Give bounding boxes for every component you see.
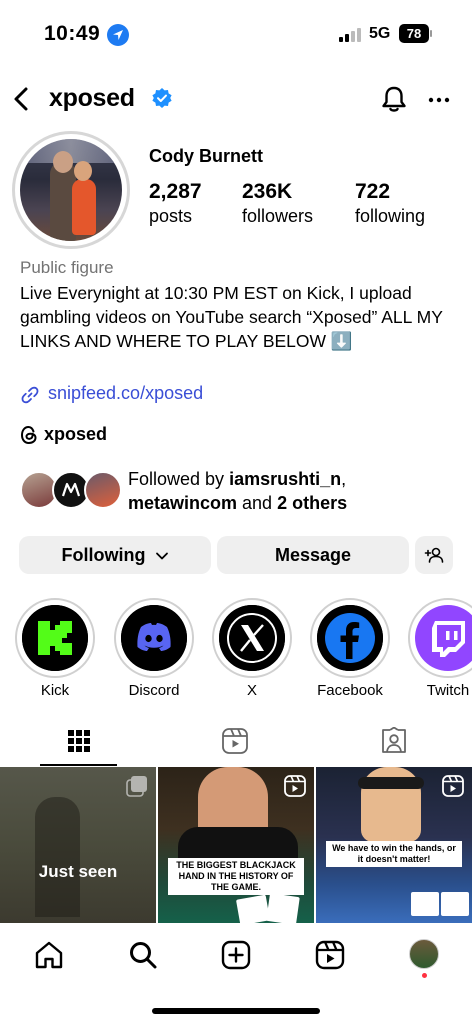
mutual-followers-avatars[interactable] <box>20 471 122 511</box>
post-thumbnail-figure <box>35 797 80 917</box>
highlight-label: Discord <box>128 682 180 699</box>
verified-badge-icon <box>152 88 172 108</box>
home-icon[interactable] <box>33 939 65 971</box>
posts-grid: Just seen THE BIGGEST BLACKJACK HAND IN … <box>0 767 472 923</box>
grid-post[interactable]: THE BIGGEST BLACKJACK HAND IN THE HISTOR… <box>158 767 314 923</box>
search-icon[interactable] <box>127 939 159 971</box>
clock: 10:49 <box>44 22 101 45</box>
profile-photo <box>20 139 122 241</box>
suggested-people-button[interactable] <box>415 536 453 574</box>
posts-count[interactable]: 2,287 posts <box>149 180 202 227</box>
highlight-kick[interactable]: Kick <box>13 598 97 699</box>
own-profile-avatar[interactable] <box>409 939 439 969</box>
following-button-label: Following <box>61 545 146 565</box>
following-count-label: following <box>355 206 426 226</box>
kick-logo-icon <box>22 605 88 671</box>
playing-card <box>235 894 271 923</box>
following-count-value: 722 <box>355 180 391 203</box>
profile-username: xposed <box>49 84 135 112</box>
grid-icon <box>68 730 90 752</box>
display-name: Cody Burnett <box>149 146 263 166</box>
bottom-navigation <box>0 925 472 985</box>
reel-badge-icon <box>442 775 464 797</box>
add-person-icon <box>424 547 444 563</box>
battery-tip <box>430 30 432 37</box>
reels-nav-icon[interactable] <box>314 939 346 971</box>
highlight-label: Twitch <box>426 682 470 699</box>
profile-avatar[interactable] <box>12 131 130 249</box>
mutual-others-count: 2 others <box>277 493 348 513</box>
message-button-label: Message <box>274 545 352 565</box>
followed-by-and: and <box>237 493 278 513</box>
chevron-down-icon <box>155 552 168 560</box>
mutual-avatar-3 <box>84 471 122 509</box>
location-arrow-icon <box>107 24 129 46</box>
profile-content-tabs <box>0 722 472 766</box>
cellular-signal-icon <box>339 28 363 42</box>
followers-count[interactable]: 236K followers <box>242 180 313 227</box>
more-options-icon[interactable] <box>424 84 454 114</box>
followed-by-separator: , <box>341 469 347 489</box>
highlight-x[interactable]: X <box>210 598 294 699</box>
notification-dot <box>422 973 427 978</box>
tab-posts-grid[interactable] <box>0 722 157 766</box>
post-caption: We have to win the hands, or it doesn't … <box>326 841 462 867</box>
notifications-bell-icon[interactable] <box>380 84 408 114</box>
followed-by-text[interactable]: Followed by iamsrushti_n, metawincom and … <box>128 467 458 515</box>
following-count[interactable]: 722 following <box>355 180 425 227</box>
highlight-label: Facebook <box>317 682 383 699</box>
profile-link-text[interactable]: snipfeed.co/xposed <box>48 383 203 404</box>
multiple-posts-icon <box>126 776 147 797</box>
create-post-icon[interactable] <box>220 939 252 971</box>
highlight-label: Kick <box>40 682 70 699</box>
grid-post[interactable]: Just seen <box>0 767 156 923</box>
profile-bio: Live Everynight at 10:30 PM EST on Kick,… <box>20 283 443 351</box>
grid-post[interactable]: We have to win the hands, or it doesn't … <box>316 767 472 923</box>
status-bar: 10:49 5G 78 <box>0 0 472 70</box>
link-icon <box>20 385 40 405</box>
followers-count-value: 236K <box>242 180 293 203</box>
x-logo-icon <box>219 605 285 671</box>
back-arrow-icon[interactable] <box>10 84 34 114</box>
just-seen-overlay: Just seen <box>38 862 118 881</box>
tab-tagged[interactable] <box>314 722 471 766</box>
playing-card <box>411 892 439 916</box>
mutual-follower-2: metawincom <box>128 493 238 513</box>
highlight-twitch[interactable]: Twitch <box>406 598 472 699</box>
message-button[interactable]: Message <box>217 536 409 574</box>
post-thumbnail-headphones <box>358 777 424 789</box>
tab-reels[interactable] <box>157 722 314 766</box>
battery-icon: 78 <box>399 24 429 43</box>
threads-logo-icon <box>20 425 38 445</box>
playing-card <box>441 892 469 916</box>
playing-card <box>266 893 300 923</box>
highlight-discord[interactable]: Discord <box>112 598 196 699</box>
reel-badge-icon <box>284 775 306 797</box>
profile-header: xposed <box>0 78 472 120</box>
posts-count-value: 2,287 <box>149 180 202 203</box>
followers-count-label: followers <box>242 206 314 226</box>
post-caption: THE BIGGEST BLACKJACK HAND IN THE HISTOR… <box>168 858 304 895</box>
followed-by-prefix: Followed by <box>128 469 230 489</box>
network-type: 5G <box>369 25 391 42</box>
discord-logo-icon <box>121 605 187 671</box>
profile-category: Public figure <box>20 258 114 277</box>
facebook-logo-icon <box>317 605 383 671</box>
threads-handle: xposed <box>44 424 108 444</box>
twitch-logo-icon <box>415 605 472 671</box>
following-button[interactable]: Following <box>19 536 211 574</box>
mutual-follower-1: iamsrushti_n <box>229 469 342 489</box>
home-indicator <box>152 1008 320 1014</box>
highlight-facebook[interactable]: Facebook <box>308 598 392 699</box>
highlight-label: X <box>246 682 257 699</box>
tagged-icon <box>382 727 406 753</box>
active-tab-indicator <box>40 764 117 766</box>
posts-count-label: posts <box>149 206 193 226</box>
reels-icon <box>222 728 248 754</box>
